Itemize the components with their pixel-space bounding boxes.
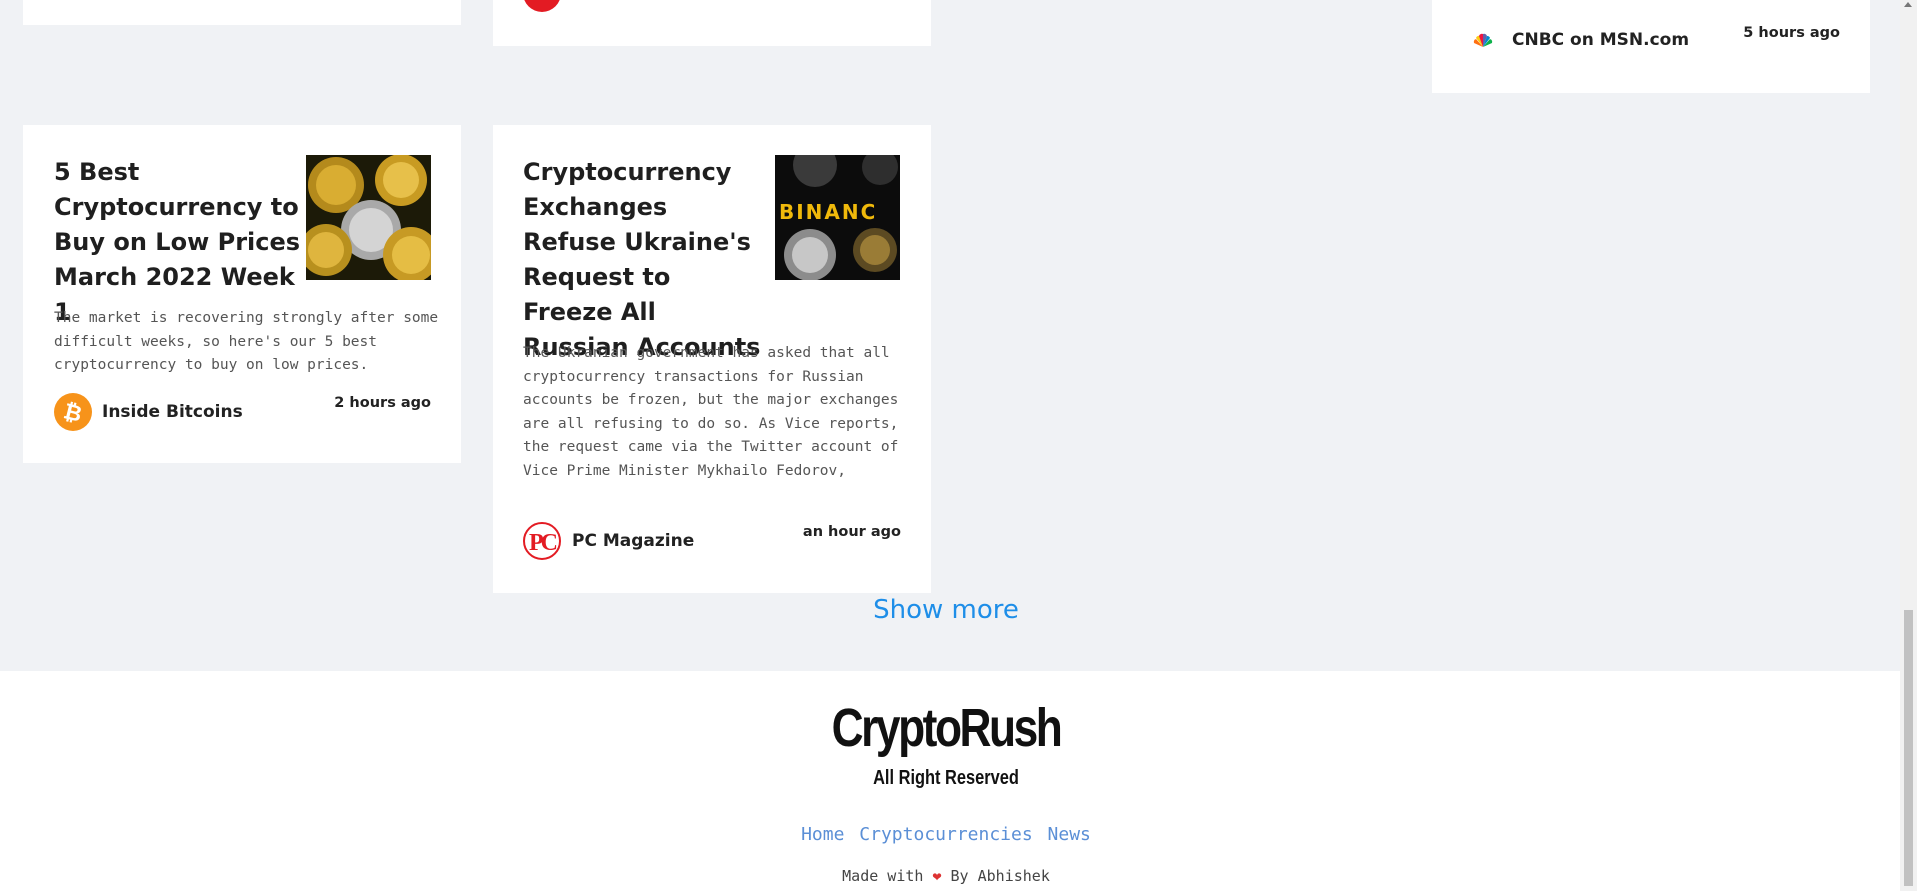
svg-text:₿: ₿ [61,399,84,428]
cnbc-peacock-icon [1472,33,1494,49]
news-thumbnail: BINANC [775,155,900,280]
footer-brand: CryptoRush [831,698,1063,758]
footer-credit: Made with ❤ By Abhishek [0,867,1892,885]
footer-nav: Home Cryptocurrencies News [0,824,1892,845]
footer-rights: All Right Reserved [873,767,1019,789]
site-footer: CryptoRush All Right Reserved Home Crypt… [0,671,1900,891]
publish-time: 2 hours ago [334,395,431,411]
news-card[interactable]: Cryptocurrency Exchanges Refuse Ukraine'… [493,125,931,593]
scroll-up-arrow-icon[interactable] [1904,2,1912,7]
news-card-top-right[interactable]: CNBC on MSN.com 5 hours ago [1432,0,1870,93]
source-name: CNBC on MSN.com [1512,30,1690,50]
source-name: PC Magazine [572,531,695,551]
news-card-description: The Ukranian government has asked that a… [523,345,899,479]
news-card-title[interactable]: 5 Best Cryptocurrency to Buy on Low Pric… [54,155,309,330]
page-scrollbar[interactable] [1900,0,1917,891]
footer-link-news[interactable]: News [1048,824,1091,845]
source-logo-icon [523,0,561,12]
news-card-top-left[interactable] [23,0,461,25]
svg-text:BINANC: BINANC [779,200,877,224]
publish-time: 5 hours ago [1743,25,1840,41]
show-more-button[interactable]: Show more [0,595,1892,625]
news-thumbnail [306,155,431,280]
scrollbar-thumb[interactable] [1904,610,1913,886]
credit-suffix: By Abhishek [950,867,1050,885]
source-name: Inside Bitcoins [102,402,243,422]
news-card-description: The market is recovering strongly after … [54,310,439,373]
news-card-top-middle[interactable] [493,0,931,46]
news-card[interactable]: 5 Best Cryptocurrency to Buy on Low Pric… [23,125,461,463]
news-card-title[interactable]: Cryptocurrency Exchanges Refuse Ukraine'… [523,155,763,365]
svg-text:PC: PC [529,530,557,556]
bitcoin-logo-icon: ₿ [54,393,92,431]
credit-prefix: Made with [842,867,924,885]
publish-time: an hour ago [802,524,901,540]
pc-magazine-logo-icon: PC [523,522,561,560]
footer-link-cryptocurrencies[interactable]: Cryptocurrencies [859,824,1032,845]
footer-link-home[interactable]: Home [801,824,844,845]
heart-icon: ❤ [932,867,942,885]
